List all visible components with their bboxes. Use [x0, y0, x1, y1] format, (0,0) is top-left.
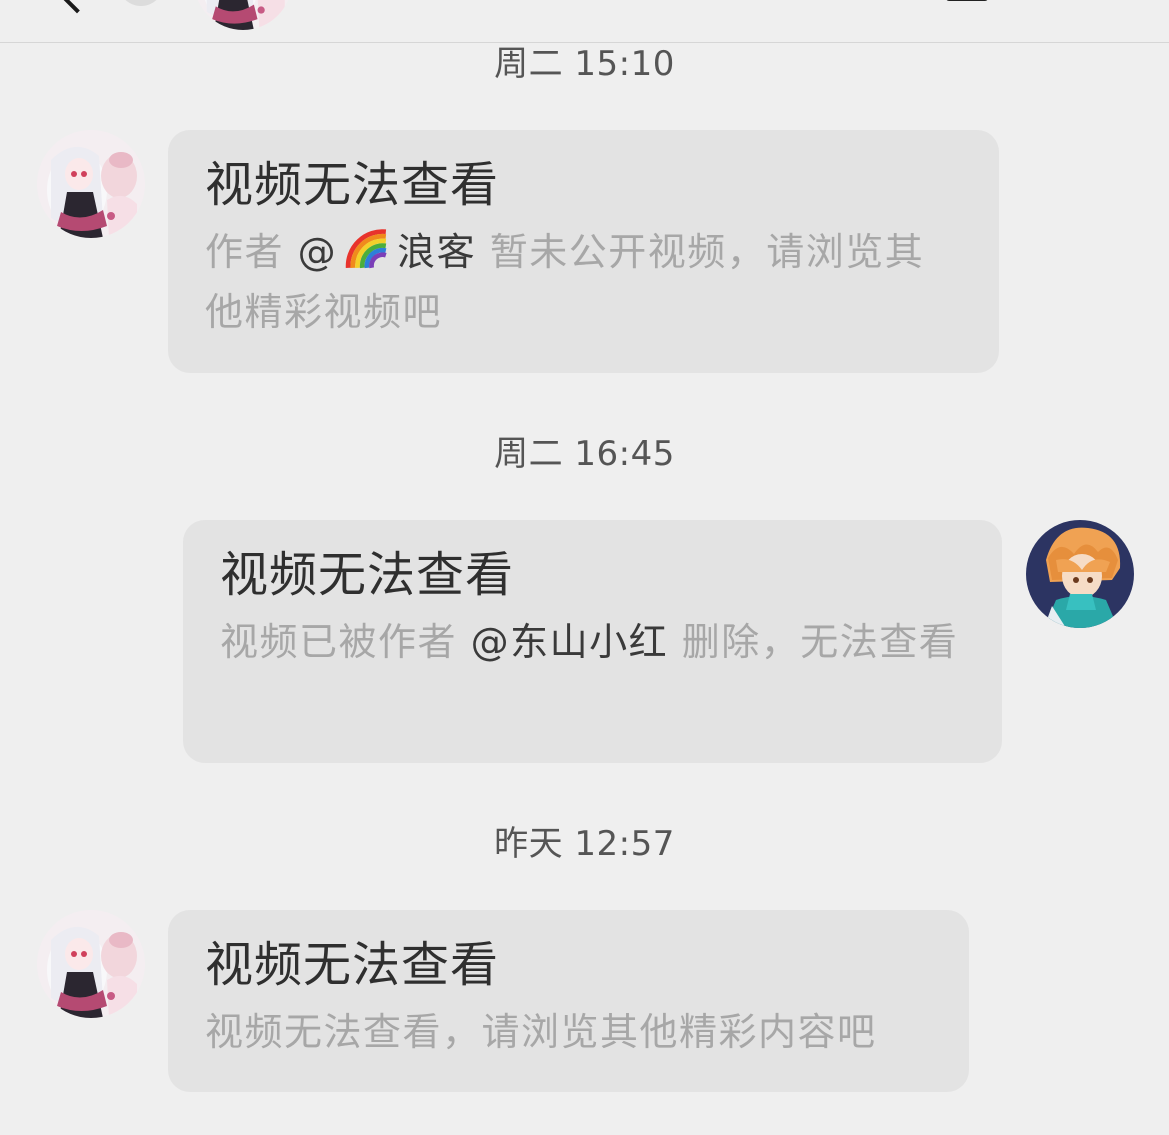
description-text: 删除，无法查看 [668, 620, 959, 664]
mention-at-sign: @ [297, 230, 338, 274]
card-description: 视频无法查看，请浏览其他精彩内容吧 [205, 1010, 877, 1054]
video-unavailable-card[interactable]: 视频无法查看 作者 @ 浪客 暂未公开视频，请浏览其他精彩视频吧 [168, 130, 999, 373]
self-avatar[interactable] [1026, 520, 1134, 628]
status-dot [118, 0, 164, 6]
mention-at-sign: @ [470, 620, 511, 664]
back-chevron-icon[interactable] [58, 0, 96, 14]
video-unavailable-card[interactable]: 视频无法查看 视频已被作者 @东山小红 删除，无法查看 [183, 520, 1002, 763]
card-title: 视频无法查看 [220, 547, 515, 603]
message-timestamp: 昨天 12:57 [494, 824, 675, 864]
message-timestamp: 周二 16:45 [494, 434, 675, 474]
card-description: 视频已被作者 @东山小红 删除，无法查看 [220, 612, 966, 672]
card-title: 视频无法查看 [205, 937, 500, 993]
sender-avatar[interactable] [37, 910, 145, 1018]
description-text: 视频已被作者 [220, 620, 471, 664]
author-mention[interactable]: @东山小红 [471, 620, 669, 664]
header-avatar[interactable] [194, 0, 292, 30]
mention-name: 浪客 [397, 230, 477, 274]
sender-avatar[interactable] [37, 130, 145, 238]
card-description: 作者 @ 浪客 暂未公开视频，请浏览其他精彩视频吧 [205, 222, 963, 342]
description-text: 作者 [205, 230, 298, 274]
author-mention[interactable]: @ 浪客 [298, 230, 477, 274]
rainbow-emoji-icon [339, 227, 395, 271]
card-title: 视频无法查看 [205, 157, 500, 213]
mention-name: 东山小红 [510, 620, 669, 664]
more-menu-icon[interactable] [946, 0, 988, 1]
message-timestamp: 周二 15:10 [494, 44, 675, 84]
video-unavailable-card[interactable]: 视频无法查看 视频无法查看，请浏览其他精彩内容吧 [168, 910, 969, 1092]
